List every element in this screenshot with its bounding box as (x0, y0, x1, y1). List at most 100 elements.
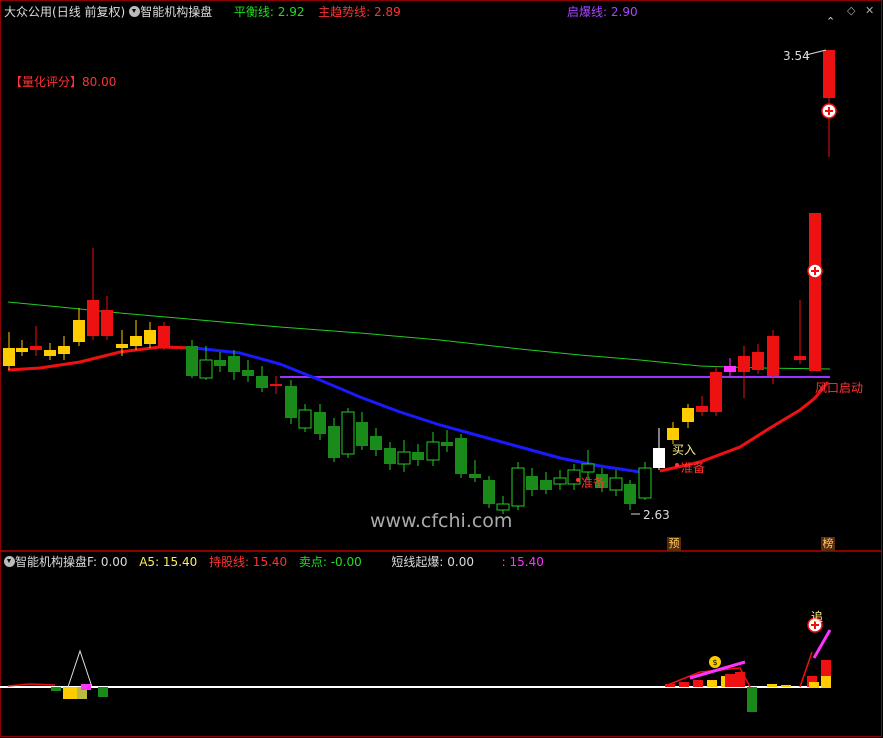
hold-label: 持股线 (208, 555, 245, 569)
trend-label: 主趋势线 (318, 5, 367, 19)
candle-body (214, 360, 226, 366)
top-red-bar (823, 50, 835, 98)
candle-body (682, 408, 694, 422)
big-red-bar (809, 213, 821, 371)
candle-body (314, 412, 326, 434)
stock-name: 大众公用 (4, 5, 53, 19)
candle-body (228, 356, 240, 372)
indicator-name: 智能机构操盘 (140, 5, 213, 19)
main-header: 大众公用(日线 前复权) 智能机构操盘 平衡线: 2.92 主趋势线: 2.89 (4, 5, 401, 19)
chart-canvas[interactable]: $ (0, 0, 883, 738)
candle-body (511, 467, 525, 507)
candle-body (609, 477, 623, 491)
balance-line (7, 301, 831, 370)
candle-body (696, 406, 708, 412)
candle-body (242, 370, 254, 376)
ready-dot (675, 463, 679, 467)
candle-body (624, 484, 636, 504)
sub-bar (821, 676, 831, 688)
candle-body (638, 467, 652, 499)
ready-label: 准备 (581, 476, 606, 490)
ready-label-2: 准备 (681, 461, 706, 475)
candle-body (144, 330, 156, 344)
sub-bar (781, 685, 791, 687)
candle-body (87, 300, 99, 336)
expand-icon[interactable]: ⌃ (826, 15, 835, 28)
money-bag-icon: $ (709, 656, 721, 668)
candle-body (285, 386, 297, 418)
sell-value: : -0.00 (322, 555, 362, 569)
short-value: : 0.00 (439, 555, 474, 569)
candle-body (199, 359, 213, 379)
candle-body (526, 476, 538, 490)
a5-label: A5 (139, 555, 156, 569)
candle-body (483, 480, 495, 504)
sub-bar (51, 687, 61, 691)
candle-body (794, 356, 806, 360)
candle-body (328, 426, 340, 458)
candle-body (101, 310, 113, 336)
low-price-label: 2.63 (643, 508, 670, 522)
sub-triangle (67, 649, 93, 688)
short-label: 短线起爆 (391, 555, 440, 569)
candle-body (738, 356, 750, 372)
candle-body (298, 409, 312, 429)
candle-body (116, 344, 128, 348)
candle-body (653, 448, 665, 468)
watermark: www.cfchi.com (370, 510, 513, 532)
high-price-label: 3.54 (783, 49, 810, 63)
candle-body (667, 428, 679, 440)
candle-body (73, 320, 85, 342)
candle-body (441, 442, 453, 446)
buy-label: 买入 (672, 443, 697, 457)
sub-bar (725, 674, 735, 687)
diamond-icon[interactable]: ◇ (847, 4, 855, 17)
hold-value: : 15.40 (244, 555, 288, 569)
sub-header: 智能机构操盘F: 0.00 A5: 15.40 持股线: 15.40 卖点: -… (4, 555, 544, 569)
candle-body (186, 346, 198, 376)
sub-bar (767, 684, 777, 687)
explode-label: 启爆线 (567, 5, 604, 19)
close-icon[interactable]: ✕ (865, 4, 874, 17)
candle-body (30, 346, 42, 350)
sub-bar (809, 682, 819, 688)
candle-body (412, 452, 424, 460)
svg-text:$: $ (712, 658, 717, 667)
candle-body (540, 480, 552, 490)
sub-bar (98, 687, 108, 697)
pre-mark: 预 (667, 537, 681, 551)
candle-body (158, 326, 170, 348)
candle-body (710, 372, 722, 412)
sub-indicator: 智能机构操盘F (15, 555, 93, 569)
sub-magenta-line-right (812, 629, 832, 659)
sub-bar (693, 680, 703, 687)
score-label: 【量化评分】 (10, 75, 83, 89)
candle-body (752, 352, 764, 370)
main-panel-border (0, 0, 882, 551)
chevron-down-icon[interactable] (129, 6, 141, 17)
period-label: (日线 前复权) (52, 5, 126, 19)
candle-body (370, 436, 382, 450)
ready-dot (576, 478, 580, 482)
sell-label: 卖点 (298, 555, 323, 569)
breakout-label: 风口启动 (815, 381, 864, 395)
candle-body (58, 346, 70, 354)
candle-body (397, 451, 411, 465)
candle-body (3, 348, 15, 366)
a5-value: : 15.40 (155, 555, 198, 569)
sub-bar (747, 687, 757, 712)
candle-body (767, 336, 779, 376)
sub-bar (821, 660, 831, 676)
candle-body (130, 336, 142, 346)
candle-body (356, 422, 368, 446)
candle-body (455, 438, 467, 474)
f-value: : 0.00 (92, 555, 128, 569)
candle-body (426, 441, 440, 461)
candle-body (384, 448, 396, 464)
chevron-down-icon[interactable] (4, 556, 15, 567)
candle-body (581, 463, 595, 473)
sub-bar (679, 682, 689, 687)
sub-bar (707, 680, 717, 687)
candle-body (553, 477, 567, 485)
candle-body (256, 376, 268, 388)
